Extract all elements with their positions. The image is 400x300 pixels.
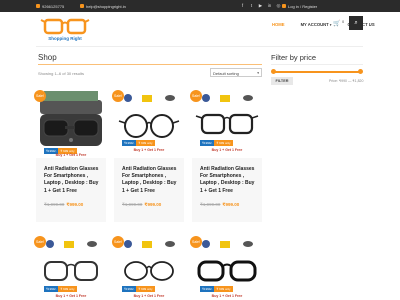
product-price: ₹1,999.00 ₹999.00 (122, 202, 161, 208)
lock-icon (282, 4, 286, 8)
sale-badge: Sale! (112, 90, 124, 102)
phone-icon (36, 4, 40, 8)
sale-badge: Sale! (34, 90, 46, 102)
filter-title: Filter by price (271, 53, 317, 62)
tag-offer-price: ₹ 999 only (214, 286, 233, 292)
price-tag-strip: ₹1999/- ₹ 999 only (200, 286, 254, 292)
offer-text: Buy 1 + Get 1 Free (55, 153, 87, 157)
sort-select[interactable]: Default sorting ▾ (210, 68, 262, 77)
cart-icon: 🛒 (333, 21, 341, 27)
tag-offer-price: ₹ 999 only (214, 140, 233, 146)
result-count: Showing 1–6 of 30 results (38, 71, 85, 76)
social-links: f t ▶ in ◎ (240, 3, 281, 9)
regular-price: ₹1,999.00 (122, 202, 143, 207)
login-register-link[interactable]: Log in / Register (282, 4, 317, 9)
linkedin-icon[interactable]: in (267, 3, 272, 9)
tag-original-price: ₹1999/- (44, 286, 59, 292)
twitter-icon[interactable]: t (249, 3, 254, 9)
tag-original-price: ₹1999/- (200, 286, 215, 292)
product-card[interactable]: ₹1999/- ₹ 999 only Buy 1 + Get 1 Free An… (114, 88, 184, 222)
sale-badge: Sale! (112, 236, 124, 248)
youtube-icon[interactable]: ▶ (258, 3, 263, 9)
price-tag-strip: ₹1999/- ₹ 999 only (122, 286, 176, 292)
title-divider (38, 64, 262, 65)
facebook-icon[interactable]: f (240, 3, 245, 9)
page-title: Shop (38, 53, 57, 62)
sale-badge: Sale! (190, 90, 202, 102)
chevron-down-icon: ▾ (329, 23, 332, 27)
sale-price: ₹999.00 (222, 202, 240, 207)
email-contact[interactable]: help@shoppingright.in (80, 4, 126, 9)
filter-divider (271, 64, 363, 65)
regular-price: ₹1,999.00 (44, 202, 65, 207)
top-bar: 9266125775 help@shoppingright.in f t ▶ i… (0, 0, 400, 12)
sale-price: ₹999.00 (144, 202, 162, 207)
price-tag-strip: ₹1999/- ₹ 999 only (200, 140, 254, 146)
cart-count: 0 (342, 20, 345, 24)
product-title[interactable]: Anti Radiation Glasses For Smartphones ,… (44, 166, 100, 195)
cart-button[interactable]: 🛒 0 (333, 20, 344, 27)
product-card[interactable]: ₹1999/- ₹ 999 only Buy 1 + Get 1 Free An… (192, 88, 262, 222)
sale-price: ₹999.00 (66, 202, 84, 207)
phone-contact[interactable]: 9266125775 (36, 4, 64, 9)
product-card[interactable]: ₹1999/- ₹ 999 only Buy 1 + Get 1 Free (192, 234, 262, 300)
tag-original-price: ₹1999/- (122, 286, 137, 292)
offer-text: Buy 1 + Get 1 Free (55, 294, 87, 298)
offer-text: Buy 1 + Get 1 Free (133, 148, 165, 152)
tag-offer-price: ₹ 999 only (58, 286, 77, 292)
phone-number: 9266125775 (42, 3, 65, 9)
tag-offer-price: ₹ 999 only (136, 140, 155, 146)
email-address: help@shoppingright.in (86, 3, 126, 9)
regular-price: ₹1,999.00 (200, 202, 221, 207)
product-card[interactable]: ₹1999/- ₹ 999 only Buy 1 + Get 1 Free (114, 234, 184, 300)
price-tag-strip: ₹1999/- ₹ 999 only (44, 286, 98, 292)
search-icon: ⌕ (354, 19, 358, 26)
login-label: Log in / Register (288, 3, 318, 9)
main-nav: HOME MY ACCOUNT▾ CONTACT US (264, 22, 383, 27)
mail-icon (80, 4, 84, 8)
search-button[interactable]: ⌕ (349, 16, 363, 30)
sort-select-value: Default sorting (213, 70, 239, 76)
header-divider (36, 46, 363, 47)
product-title[interactable]: Anti Radiation Glasses For Smartphones ,… (200, 166, 256, 195)
price-slider-track[interactable] (273, 71, 361, 73)
product-title[interactable]: Anti Radiation Glasses For Smartphones ,… (122, 166, 178, 195)
offer-text: Buy 1 + Get 1 Free (211, 294, 243, 298)
glasses-logo-icon (40, 18, 90, 35)
sale-badge: Sale! (34, 236, 46, 248)
offer-text: Buy 1 + Get 1 Free (133, 294, 165, 298)
nav-my-account-label: MY ACCOUNT (300, 22, 329, 27)
nav-home[interactable]: HOME (264, 22, 293, 27)
filter-button[interactable]: FILTER (271, 77, 293, 85)
tag-offer-price: ₹ 999 only (136, 286, 155, 292)
tag-original-price: ₹1999/- (200, 140, 215, 146)
chevron-down-icon: ▾ (257, 70, 259, 75)
price-tag-strip: ₹1999/- ₹ 999 only (122, 140, 176, 146)
site-logo[interactable]: Shopping Right (40, 16, 90, 44)
product-card[interactable]: ₹1999/- ₹ 999 only Buy 1 + Get 1 Free (36, 234, 106, 300)
price-slider-min-handle[interactable] (271, 69, 276, 74)
sale-badge: Sale! (190, 236, 202, 248)
offer-text: Buy 1 + Get 1 Free (211, 148, 243, 152)
brand-name: Shopping Right (48, 36, 82, 41)
product-price: ₹1,999.00 ₹999.00 (200, 202, 239, 208)
product-price: ₹1,999.00 ₹999.00 (44, 202, 83, 208)
instagram-icon[interactable]: ◎ (276, 3, 281, 9)
product-card[interactable]: ₹1999/- ₹ 999 only Buy 1 + Get 1 Free An… (36, 88, 106, 222)
tag-original-price: ₹1999/- (122, 140, 137, 146)
price-slider-max-handle[interactable] (358, 69, 363, 74)
price-range-label: Price: ₹990 — ₹1,820 (329, 79, 364, 83)
